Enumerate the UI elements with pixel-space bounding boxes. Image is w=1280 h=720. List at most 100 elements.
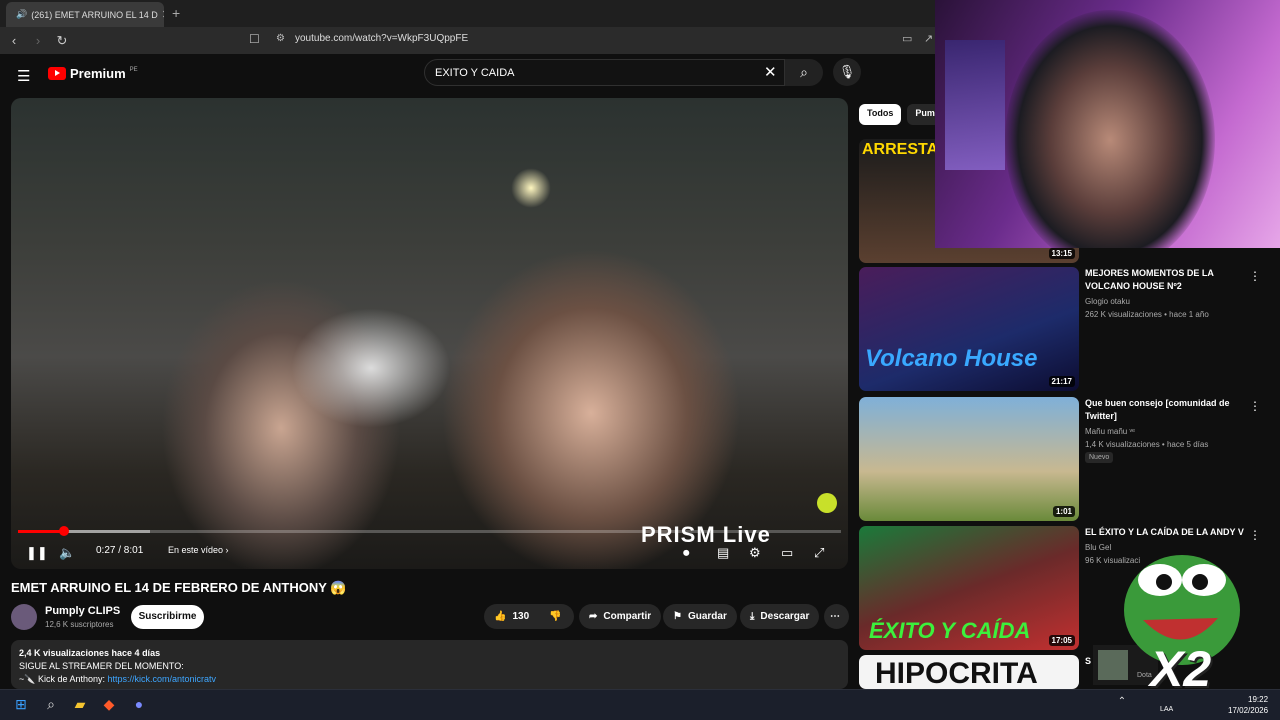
- recommendation-title[interactable]: Que buen consejo [comunidad de Twitter]: [1085, 397, 1235, 423]
- webcam-poster: [945, 40, 1005, 170]
- language-indicator[interactable]: LAA: [1160, 706, 1173, 713]
- back-icon[interactable]: ‹: [4, 33, 24, 48]
- discord-icon[interactable]: ●: [129, 696, 149, 716]
- search-icon: ⌕: [800, 64, 808, 80]
- site-info-icon[interactable]: ⚙: [276, 33, 285, 44]
- taskbar: ⊞ ⌕ ▰ ◆ ● ⌃ LAA 19:22 17/02/2026: [0, 689, 1280, 720]
- taskbar-clock[interactable]: 19:22 17/02/2026: [1228, 694, 1268, 716]
- volume-icon[interactable]: 🔈: [59, 545, 75, 561]
- tray-chevron-icon[interactable]: ⌃: [1112, 696, 1132, 716]
- recommendation-meta: 1,4 K visualizaciones • hace 5 días: [1085, 440, 1209, 449]
- description-box[interactable]: 2,4 K visualizaciones hace 4 días SIGUE …: [11, 640, 848, 689]
- new-tab-button[interactable]: +: [172, 5, 180, 21]
- screenshot-icon[interactable]: ▭: [902, 32, 912, 45]
- youtube-logo[interactable]: Premium PE: [48, 66, 138, 81]
- recommendation-channel[interactable]: Blu Gel: [1085, 543, 1111, 552]
- video-player[interactable]: PRISM Live ❚❚ 🔈 0:27 / 8:01 En este víde…: [11, 98, 848, 569]
- speaker-icon: 🔊: [16, 9, 28, 19]
- settings-icon[interactable]: ⚙: [749, 545, 761, 561]
- video-frame-car: [291, 308, 451, 428]
- reload-icon[interactable]: ↻: [52, 33, 72, 49]
- recommendation-title[interactable]: EL ÉXITO Y LA CAÍDA DE LA ANDY V: [1085, 526, 1260, 539]
- more-actions-button[interactable]: ⋯: [824, 604, 849, 629]
- clear-search-icon[interactable]: ✕: [764, 63, 777, 81]
- description-line-2: ~🔪 Kick de Anthony: https://kick.com/ant…: [19, 673, 840, 686]
- subscriber-count: 12,6 K suscriptores: [45, 620, 114, 629]
- more-dots-icon: ⋯: [830, 611, 840, 622]
- search-input[interactable]: EXITO Y CAIDA: [424, 59, 785, 86]
- recommendation-meta: 262 K visualizaciones • hace 1 año: [1085, 310, 1209, 319]
- hamburger-menu-icon[interactable]: ☰: [17, 67, 30, 85]
- view-count: 2,4 K visualizaciones hace 4 días: [19, 648, 161, 658]
- chapter-button[interactable]: En este vídeo ›: [168, 545, 229, 555]
- scrubber-handle[interactable]: [59, 526, 70, 536]
- dislike-icon[interactable]: 👎: [549, 611, 561, 622]
- recommendation-thumbnail[interactable]: HIPOCRITA: [859, 655, 1079, 689]
- share-icon[interactable]: ↗: [924, 32, 933, 45]
- microphone-icon: 🎙: [838, 64, 856, 79]
- bookmark-save-icon: ⚑: [673, 611, 682, 622]
- recommendation-channel[interactable]: Mañu mañu ᵛᵉ: [1085, 427, 1135, 436]
- theater-mode-icon[interactable]: ▭: [781, 545, 793, 561]
- more-options-icon[interactable]: ⋮: [1249, 269, 1261, 283]
- recommendation-item[interactable]: Volcano House 21:17 MEJORES MOMENTOS DE …: [859, 267, 1269, 391]
- save-button[interactable]: ⚑ Guardar: [663, 604, 737, 629]
- thumbnail-text: HIPOCRITA: [875, 657, 1038, 689]
- recommendation-item[interactable]: 1:01 Que buen consejo [comunidad de Twit…: [859, 397, 1269, 521]
- brave-browser-icon[interactable]: ◆: [99, 696, 119, 716]
- youtube-header: ☰ Premium PE EXITO Y CAIDA ✕ ⌕ 🎙: [0, 54, 935, 92]
- description-kick-label: ~🔪 Kick de Anthony:: [19, 674, 108, 684]
- forward-icon[interactable]: ›: [28, 33, 48, 48]
- share-button[interactable]: ➦ Compartir: [579, 604, 662, 629]
- subtitles-icon[interactable]: ▤: [717, 545, 729, 561]
- clock-time: 19:22: [1248, 695, 1269, 704]
- recommendation-title[interactable]: MEJORES MOMENTOS DE LA VOLCANO HOUSE Nº2: [1085, 267, 1235, 293]
- autoplay-toggle-icon[interactable]: ⏺: [683, 545, 690, 561]
- save-label: Guardar: [687, 611, 727, 622]
- fullscreen-icon[interactable]: ⤢: [814, 545, 824, 561]
- file-explorer-icon[interactable]: ▰: [70, 696, 90, 716]
- search-button[interactable]: ⌕: [785, 59, 823, 86]
- new-badge: Nuevo: [1085, 452, 1114, 463]
- voice-search-button[interactable]: 🎙: [833, 58, 861, 86]
- more-options-icon[interactable]: ⋮: [1249, 399, 1261, 413]
- recommendation-thumbnail[interactable]: Volcano House 21:17: [859, 267, 1079, 391]
- share-arrow-icon: ➦: [589, 611, 598, 622]
- kick-link[interactable]: https://kick.com/antonicratv: [108, 674, 217, 684]
- webcam-overlay: [935, 0, 1280, 248]
- url-field[interactable]: youtube.com/watch?v=WkpF3UQppFE: [295, 33, 468, 44]
- bookmark-icon[interactable]: ☐: [249, 32, 260, 46]
- clock-date: 17/02/2026: [1228, 706, 1269, 715]
- video-duration: 21:17: [1048, 376, 1075, 387]
- like-icon[interactable]: 👍: [494, 611, 506, 622]
- webcam-person: [1005, 10, 1215, 248]
- subscribe-button[interactable]: Suscribirme: [131, 605, 204, 629]
- channel-name[interactable]: Pumply CLIPS: [45, 605, 120, 617]
- more-options-icon[interactable]: ⋮: [1249, 528, 1261, 542]
- browser-tab[interactable]: 🔊 (261) EMET ARRUINO EL 14 D ✕: [6, 2, 164, 27]
- video-frame-light: [511, 168, 551, 208]
- thumbnail-text: ÉXITO Y CAÍDA: [869, 618, 1031, 643]
- recommendation-thumbnail[interactable]: 1:01: [859, 397, 1079, 521]
- recommendation-channel[interactable]: Glogio otaku: [1085, 297, 1130, 306]
- tab-close-icon[interactable]: ✕: [162, 8, 164, 21]
- thumbnail-text: Volcano House: [865, 345, 1038, 372]
- download-button[interactable]: ⤓ Descargar: [740, 604, 820, 629]
- description-line-1: SIGUE AL STREAMER DEL MOMENTO:: [19, 661, 184, 671]
- windows-start-icon[interactable]: ⊞: [11, 696, 31, 716]
- channel-avatar[interactable]: [11, 604, 37, 630]
- progress-bar[interactable]: [18, 526, 841, 536]
- video-duration: 17:05: [1048, 635, 1075, 646]
- tab-title: (261) EMET ARRUINO EL 14 D: [31, 9, 158, 20]
- video-frame-smiley: [817, 493, 837, 513]
- search-taskbar-icon[interactable]: ⌕: [41, 696, 61, 716]
- chip-all[interactable]: Todos: [859, 104, 902, 125]
- video-title: EMET ARRUINO EL 14 DE FEBRERO DE ANTHONY…: [11, 580, 347, 595]
- pause-icon[interactable]: ❚❚: [26, 545, 48, 561]
- youtube-play-icon: [48, 67, 66, 80]
- video-frame-person-right: [441, 248, 741, 569]
- recommendation-thumbnail[interactable]: ÉXITO Y CAÍDA 17:05: [859, 526, 1079, 650]
- address-bar: ‹ › ↻ ☐ ⚙ youtube.com/watch?v=WkpF3UQppF…: [0, 27, 935, 54]
- like-count[interactable]: 130: [512, 611, 529, 622]
- browser-tab-bar: 🔊 (261) EMET ARRUINO EL 14 D ✕ +: [0, 0, 935, 27]
